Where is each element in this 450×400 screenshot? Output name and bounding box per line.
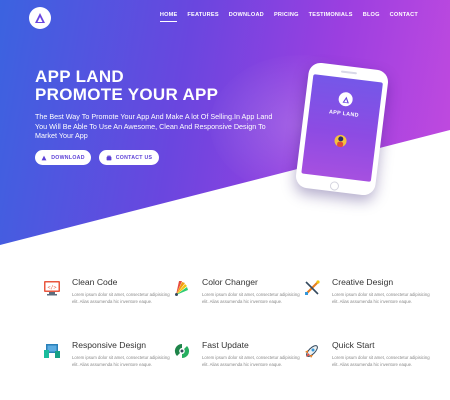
contact-us-button-label: CONTACT US <box>115 154 153 161</box>
feature-description: Lorem ipsum dolor sit amet, consectetur … <box>202 355 300 368</box>
feature-description: Lorem ipsum dolor sit amet, consectetur … <box>202 292 300 305</box>
nav-item-pricing[interactable]: PRICING <box>274 12 299 22</box>
nav-item-features[interactable]: FEATURES <box>187 12 218 22</box>
hero-title: APP LAND PROMOTE YOUR APP <box>35 68 218 104</box>
phone-screen: APP LAND <box>301 74 383 182</box>
phone-mockup: APP LAND <box>294 61 390 197</box>
feature-title: Fast Update <box>202 340 249 350</box>
phone-speaker <box>340 70 358 75</box>
feature-title: Responsive Design <box>72 340 147 350</box>
nav-item-home[interactable]: HOME <box>159 12 178 22</box>
nav-item-blog[interactable]: BLOG <box>363 12 380 22</box>
phone-home-button <box>329 180 340 192</box>
color-palette-icon <box>175 281 188 296</box>
design-tools-icon <box>305 280 320 295</box>
feature-description: Lorem ipsum dolor sit amet, consectetur … <box>72 355 170 368</box>
hero-description: The Best Way To Promote Your App And Mak… <box>35 112 273 140</box>
logo-icon[interactable] <box>29 7 51 29</box>
phone-app-logo-icon <box>337 91 354 108</box>
main-nav: HOME FEATURES DOWNLOAD PRICING TESTIMONI… <box>159 12 418 22</box>
code-monitor-icon: </> <box>44 281 60 296</box>
feature-title: Creative Design <box>332 277 394 287</box>
phone-icon <box>106 155 112 160</box>
hero-title-line2: PROMOTE YOUR APP <box>35 85 219 104</box>
feature-title: Color Changer <box>202 277 258 287</box>
feature-description: Lorem ipsum dolor sit amet, consectetur … <box>332 355 430 368</box>
download-button[interactable]: DOWNLOAD <box>35 150 91 165</box>
feature-description: Lorem ipsum dolor sit amet, consectetur … <box>72 292 170 305</box>
update-icon <box>174 343 190 359</box>
feature-description: Lorem ipsum dolor sit amet, consectetur … <box>332 292 430 305</box>
feature-creative-design: Creative Design Lorem ipsum dolor sit am… <box>303 277 433 317</box>
feature-title: Clean Code <box>72 277 118 287</box>
nav-item-contact[interactable]: CONTACT <box>390 12 418 22</box>
contact-us-button[interactable]: CONTACT US <box>99 150 159 165</box>
feature-fast-update: Fast Update Lorem ipsum dolor sit amet, … <box>173 340 303 380</box>
download-button-label: DOWNLOAD <box>51 154 85 161</box>
android-icon <box>41 155 47 160</box>
nav-item-testimonials[interactable]: TESTIMONIALS <box>309 12 353 22</box>
nav-item-download[interactable]: DOWNLOAD <box>229 12 264 22</box>
feature-responsive-design: Responsive Design Lorem ipsum dolor sit … <box>43 340 173 380</box>
feature-quick-start: Quick Start Lorem ipsum dolor sit amet, … <box>303 340 433 380</box>
phone-illustration-icon <box>334 134 347 148</box>
hero-title-line1: APP LAND <box>35 67 124 86</box>
svg-text:</>: </> <box>47 285 56 291</box>
rocket-icon <box>305 345 318 358</box>
feature-clean-code: </> Clean Code Lorem ipsum dolor sit ame… <box>43 277 173 317</box>
feature-color-changer: Color Changer Lorem ipsum dolor sit amet… <box>173 277 303 317</box>
devices-icon <box>44 344 60 358</box>
phone-app-title: APP LAND <box>328 109 360 119</box>
feature-title: Quick Start <box>332 340 375 350</box>
